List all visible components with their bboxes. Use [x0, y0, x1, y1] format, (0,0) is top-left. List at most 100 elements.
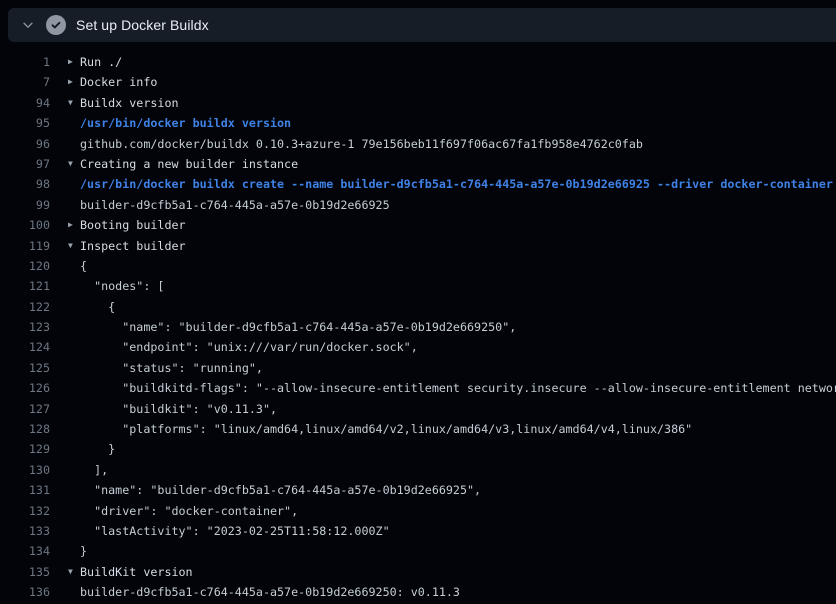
no-icon — [68, 276, 80, 296]
chevron-down-icon[interactable] — [20, 17, 36, 33]
no-icon — [68, 399, 80, 419]
log-text: "buildkit": "v0.11.3", — [80, 399, 277, 419]
group-expanded-icon[interactable]: ▼ — [68, 154, 80, 174]
log-line: 98/usr/bin/docker buildx create --name b… — [0, 174, 836, 194]
line-number[interactable]: 127 — [0, 399, 50, 419]
line-number[interactable]: 94 — [0, 93, 50, 113]
no-icon — [68, 480, 80, 500]
group-expanded-icon[interactable]: ▼ — [68, 236, 80, 256]
log-text[interactable]: Docker info — [80, 72, 157, 92]
log-line: 121 "nodes": [ — [0, 276, 836, 296]
step-title: Set up Docker Buildx — [76, 17, 209, 33]
log-text: "status": "running", — [80, 358, 263, 378]
line-number[interactable]: 98 — [0, 174, 50, 194]
line-number[interactable]: 124 — [0, 337, 50, 357]
log-text[interactable]: Creating a new builder instance — [80, 154, 298, 174]
group-collapsed-icon[interactable]: ▶ — [68, 215, 80, 235]
line-number[interactable]: 131 — [0, 480, 50, 500]
log-line: 123 "name": "builder-d9cfb5a1-c764-445a-… — [0, 317, 836, 337]
log-text: "lastActivity": "2023-02-25T11:58:12.000… — [80, 521, 390, 541]
line-number[interactable]: 126 — [0, 378, 50, 398]
log-line: 130 ], — [0, 460, 836, 480]
log-text[interactable]: Booting builder — [80, 215, 186, 235]
no-icon — [68, 582, 80, 602]
no-icon — [68, 501, 80, 521]
log-line: 7 ▶Docker info — [0, 72, 836, 92]
line-number[interactable]: 133 — [0, 521, 50, 541]
log-line: 126 "buildkitd-flags": "--allow-insecure… — [0, 378, 836, 398]
line-number[interactable]: 129 — [0, 439, 50, 459]
log-text: { — [80, 297, 115, 317]
log-text: "buildkitd-flags": "--allow-insecure-ent… — [80, 378, 836, 398]
no-icon — [68, 358, 80, 378]
line-number[interactable]: 97 — [0, 154, 50, 174]
no-icon — [68, 378, 80, 398]
line-number[interactable]: 96 — [0, 134, 50, 154]
no-icon — [68, 297, 80, 317]
log-text: /usr/bin/docker buildx version — [80, 113, 291, 133]
log-text: "endpoint": "unix:///var/run/docker.sock… — [80, 337, 418, 357]
line-number[interactable]: 132 — [0, 501, 50, 521]
line-number[interactable]: 120 — [0, 256, 50, 276]
line-number[interactable]: 122 — [0, 297, 50, 317]
log-line: 125 "status": "running", — [0, 358, 836, 378]
no-icon — [68, 337, 80, 357]
log-line: 100 ▶Booting builder — [0, 215, 836, 235]
step-header[interactable]: Set up Docker Buildx — [8, 8, 836, 42]
log-line: 136 builder-d9cfb5a1-c764-445a-a57e-0b19d… — [0, 582, 836, 602]
log-text[interactable]: Run ./ — [80, 52, 122, 72]
log-line: 119 ▼Inspect builder — [0, 236, 836, 256]
line-number[interactable]: 128 — [0, 419, 50, 439]
log-text: /usr/bin/docker buildx create --name bui… — [80, 174, 833, 194]
log-line: 97 ▼Creating a new builder instance — [0, 154, 836, 174]
log-text: github.com/docker/buildx 0.10.3+azure-1 … — [80, 134, 643, 154]
log-text: "nodes": [ — [80, 276, 164, 296]
group-expanded-icon[interactable]: ▼ — [68, 93, 80, 113]
log-text: } — [80, 439, 115, 459]
log-text: "name": "builder-d9cfb5a1-c764-445a-a57e… — [80, 317, 516, 337]
line-number[interactable]: 99 — [0, 195, 50, 215]
log-line: 127 "buildkit": "v0.11.3", — [0, 399, 836, 419]
log-output: 1▶Run ./7▶Docker info94▼Buildx version95… — [0, 42, 836, 604]
no-icon — [68, 134, 80, 154]
log-line: 94 ▼Buildx version — [0, 93, 836, 113]
no-icon — [68, 521, 80, 541]
no-icon — [68, 256, 80, 276]
log-text: builder-d9cfb5a1-c764-445a-a57e-0b19d2e6… — [80, 195, 390, 215]
line-number[interactable]: 134 — [0, 541, 50, 561]
line-number[interactable]: 123 — [0, 317, 50, 337]
line-number[interactable]: 1 — [0, 52, 50, 72]
group-collapsed-icon[interactable]: ▶ — [68, 52, 80, 72]
line-number[interactable]: 130 — [0, 460, 50, 480]
log-line: 128 "platforms": "linux/amd64,linux/amd6… — [0, 419, 836, 439]
log-line: 134} — [0, 541, 836, 561]
no-icon — [68, 439, 80, 459]
log-text: } — [80, 541, 87, 561]
no-icon — [68, 113, 80, 133]
check-circle-icon — [46, 15, 66, 35]
group-collapsed-icon[interactable]: ▶ — [68, 72, 80, 92]
no-icon — [68, 460, 80, 480]
no-icon — [68, 419, 80, 439]
log-line: 131 "name": "builder-d9cfb5a1-c764-445a-… — [0, 480, 836, 500]
no-icon — [68, 541, 80, 561]
line-number[interactable]: 125 — [0, 358, 50, 378]
log-line: 133 "lastActivity": "2023-02-25T11:58:12… — [0, 521, 836, 541]
log-text[interactable]: Buildx version — [80, 93, 179, 113]
log-line: 124 "endpoint": "unix:///var/run/docker.… — [0, 337, 836, 357]
line-number[interactable]: 136 — [0, 582, 50, 602]
no-icon — [68, 195, 80, 215]
line-number[interactable]: 135 — [0, 562, 50, 582]
log-text[interactable]: Inspect builder — [80, 236, 186, 256]
group-expanded-icon[interactable]: ▼ — [68, 562, 80, 582]
log-text: "platforms": "linux/amd64,linux/amd64/v2… — [80, 419, 692, 439]
log-line: 95/usr/bin/docker buildx version — [0, 113, 836, 133]
line-number[interactable]: 7 — [0, 72, 50, 92]
line-number[interactable]: 95 — [0, 113, 50, 133]
log-line: 122 { — [0, 297, 836, 317]
log-text: builder-d9cfb5a1-c764-445a-a57e-0b19d2e6… — [80, 582, 460, 602]
line-number[interactable]: 119 — [0, 236, 50, 256]
line-number[interactable]: 121 — [0, 276, 50, 296]
line-number[interactable]: 100 — [0, 215, 50, 235]
log-text[interactable]: BuildKit version — [80, 562, 193, 582]
